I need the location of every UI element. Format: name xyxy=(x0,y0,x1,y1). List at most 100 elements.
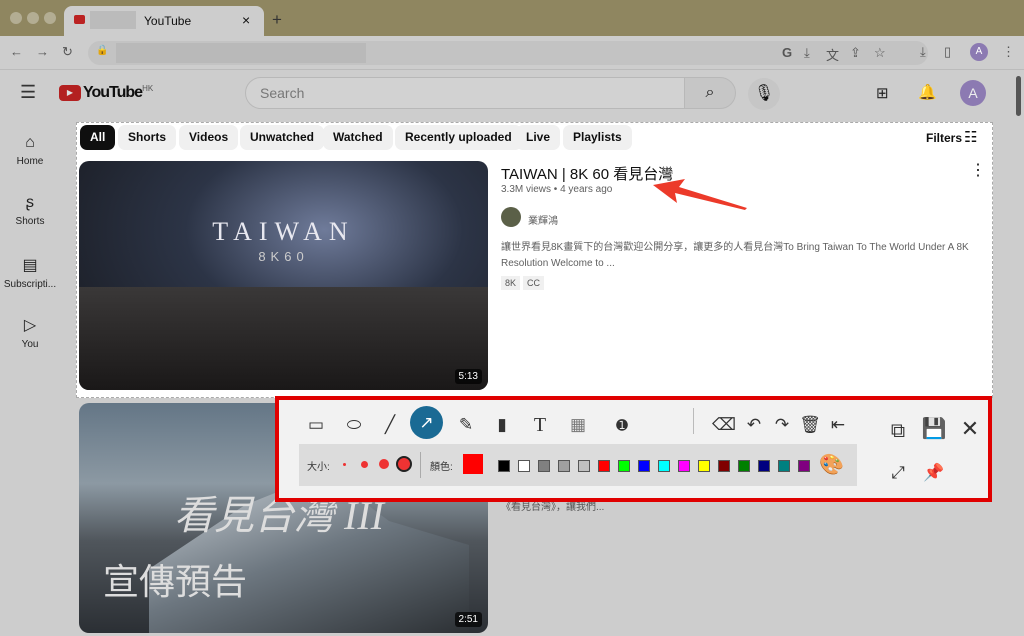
color-swatch[interactable] xyxy=(578,460,590,472)
subscriptions-icon: ▤ xyxy=(22,257,38,274)
ellipse-tool-icon[interactable]: ⬭ xyxy=(339,410,369,440)
translate-icon[interactable]: 文 xyxy=(826,45,839,64)
line-tool-icon[interactable]: ╱ xyxy=(375,410,405,440)
sidebar-item-you[interactable]: ▷ You xyxy=(0,315,60,350)
new-tab-button[interactable]: + xyxy=(272,10,282,30)
annotation-toolbar: ▭ ⬭ ╱ ↗ ✎ ▮ T ▦ ➊ ⌫ ↶ ↷ 🗑 ⇤ 大小: 顏色: 🎨 ⧉ … xyxy=(275,396,992,502)
url-input[interactable]: 🔒 G ⤓ 文 ⇪ ☆ xyxy=(88,41,928,65)
install-icon[interactable]: ⤓ xyxy=(804,45,810,61)
chip-watched[interactable]: Watched xyxy=(323,125,393,150)
bookmark-star-icon[interactable]: ☆ xyxy=(874,45,886,61)
video-meta: 3.3M views • 4 years ago xyxy=(501,184,613,195)
channel-avatar[interactable] xyxy=(501,207,521,227)
color-picker-palette-icon[interactable]: 🎨 xyxy=(819,452,844,477)
color-swatch[interactable] xyxy=(698,460,710,472)
undo-icon[interactable]: ↶ xyxy=(739,410,769,440)
profile-avatar[interactable]: A xyxy=(970,43,988,61)
search-button[interactable]: ⌕ xyxy=(684,77,736,109)
side-panel-icon[interactable]: ▯ xyxy=(944,44,951,60)
size-medium[interactable] xyxy=(361,461,368,468)
filters-sliders-icon[interactable]: ☷ xyxy=(964,128,977,146)
chip-live[interactable]: Live xyxy=(516,125,561,150)
copy-icon[interactable]: ⧉ xyxy=(883,416,913,446)
marker-tool-icon[interactable]: ▮ xyxy=(487,410,517,440)
window-minimize-button[interactable] xyxy=(27,12,39,24)
eraser-icon[interactable]: ⌫ xyxy=(709,410,739,440)
current-color-swatch[interactable] xyxy=(463,454,483,474)
rectangle-tool-icon[interactable]: ▭ xyxy=(301,410,331,440)
lock-icon: 🔒 xyxy=(96,45,109,56)
create-video-icon[interactable]: ⊞ xyxy=(876,84,889,102)
account-avatar[interactable]: A xyxy=(960,80,986,106)
divider xyxy=(693,408,694,434)
scrollbar[interactable] xyxy=(1016,76,1021,116)
color-swatch[interactable] xyxy=(538,460,550,472)
sidebar-item-shorts[interactable]: ʂ Shorts xyxy=(0,194,60,227)
downloads-icon[interactable]: ⤓ xyxy=(920,44,926,60)
color-swatch[interactable] xyxy=(558,460,570,472)
chip-playlists[interactable]: Playlists xyxy=(563,125,632,150)
window-maximize-button[interactable] xyxy=(44,12,56,24)
reload-icon[interactable]: ↻ xyxy=(62,44,73,60)
color-swatch[interactable] xyxy=(658,460,670,472)
menu-kebab-icon[interactable]: ⋮ xyxy=(1002,44,1015,60)
redo-icon[interactable]: ↷ xyxy=(767,410,797,440)
thumbnail-title: TAIWAN xyxy=(212,217,355,246)
size-xlarge-selected[interactable] xyxy=(396,456,412,472)
color-swatch[interactable] xyxy=(598,460,610,472)
sidebar-item-home[interactable]: ⌂ Home xyxy=(0,134,60,167)
color-swatch[interactable] xyxy=(798,460,810,472)
video-duration: 2:51 xyxy=(454,612,482,627)
color-swatch[interactable] xyxy=(498,460,510,472)
more-options-icon[interactable]: ⋮ xyxy=(970,160,986,180)
notifications-bell-icon[interactable]: 🔔 xyxy=(918,83,937,101)
browser-tab[interactable]: YouTube × xyxy=(64,6,264,36)
divider xyxy=(420,452,421,478)
pencil-tool-icon[interactable]: ✎ xyxy=(451,410,481,440)
color-swatch[interactable] xyxy=(518,460,530,472)
delete-icon[interactable]: 🗑 xyxy=(795,410,825,440)
color-swatch[interactable] xyxy=(738,460,750,472)
forward-icon[interactable]: → xyxy=(36,44,49,59)
pin-icon[interactable]: 📌 xyxy=(919,458,949,488)
back-icon[interactable]: ← xyxy=(10,44,23,59)
chip-unwatched[interactable]: Unwatched xyxy=(240,125,325,150)
channel-name[interactable]: 業輝鴻 xyxy=(528,212,558,227)
fullscreen-icon[interactable]: ⤢ xyxy=(883,458,913,488)
size-small[interactable] xyxy=(343,463,346,466)
sidebar-label: Shorts xyxy=(15,216,45,227)
color-swatch[interactable] xyxy=(638,460,650,472)
chip-shorts[interactable]: Shorts xyxy=(118,125,177,150)
text-tool-icon[interactable]: T xyxy=(525,410,555,440)
hamburger-menu-icon[interactable]: ☰ xyxy=(20,82,36,103)
color-swatch[interactable] xyxy=(778,460,790,472)
google-icon[interactable]: G xyxy=(782,45,792,60)
chip-videos[interactable]: Videos xyxy=(179,125,239,150)
color-swatch[interactable] xyxy=(678,460,690,472)
mosaic-tool-icon[interactable]: ▦ xyxy=(563,410,593,440)
logo-text: YouTube xyxy=(83,84,143,101)
search-input[interactable]: Search xyxy=(245,77,685,109)
video-thumbnail[interactable]: TAIWAN 8K60 5:13 xyxy=(79,161,488,390)
color-swatch[interactable] xyxy=(758,460,770,472)
color-swatch[interactable] xyxy=(618,460,630,472)
size-large[interactable] xyxy=(379,459,389,469)
chip-all[interactable]: All xyxy=(80,125,116,150)
close-icon[interactable]: ✕ xyxy=(955,414,985,444)
thumbnail-subtitle: 宣傳預告 xyxy=(103,561,248,602)
share-icon[interactable]: ⇪ xyxy=(850,45,861,61)
sidebar-label: You xyxy=(21,339,39,350)
window-close-button[interactable] xyxy=(10,12,22,24)
size-color-bar: 大小: 顏色: 🎨 xyxy=(299,444,857,486)
close-tab-icon[interactable]: × xyxy=(242,12,250,28)
chip-recently-uploaded[interactable]: Recently uploaded xyxy=(395,125,522,150)
filters-button[interactable]: Filters xyxy=(926,131,962,145)
arrow-tool-icon[interactable]: ↗ xyxy=(410,406,443,439)
youtube-logo[interactable]: ▶ YouTube HK xyxy=(59,84,153,102)
save-icon[interactable]: 💾 xyxy=(919,414,949,444)
sidebar-item-subscriptions[interactable]: ▤ Subscripti... xyxy=(0,255,60,290)
number-stamp-tool-icon[interactable]: ➊ xyxy=(607,410,637,440)
exit-icon[interactable]: ⇤ xyxy=(823,410,853,440)
color-swatch[interactable] xyxy=(718,460,730,472)
voice-search-icon[interactable]: 🎙 xyxy=(748,78,780,110)
